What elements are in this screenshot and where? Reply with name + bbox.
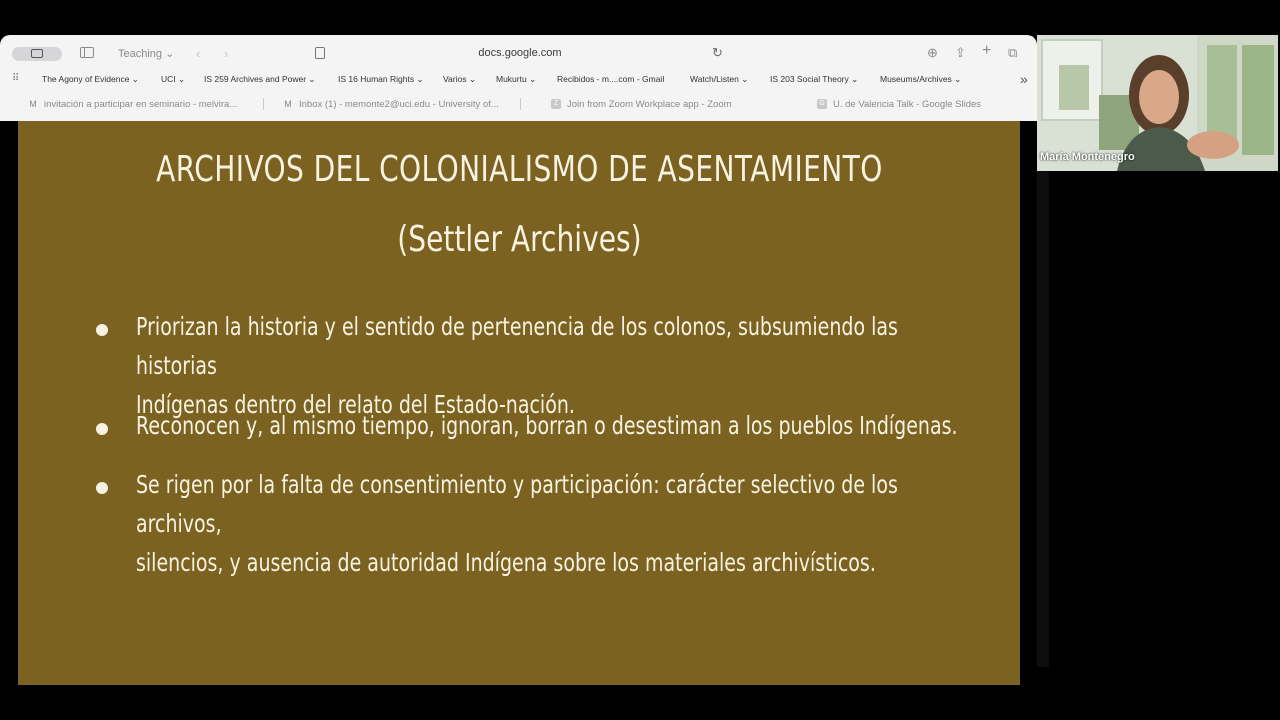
tab-divider <box>520 98 521 110</box>
address-bar[interactable]: docs.google.com <box>440 47 600 59</box>
presentation-slide: ARCHIVOS DEL COLONIALISMO DE ASENTAMIENT… <box>18 121 1020 685</box>
browser-tab[interactable]: Z Join from Zoom Workplace app - Zoom <box>551 95 771 113</box>
screen-share-edge <box>1037 171 1049 667</box>
browser-window: Teaching ⌄ ‹ › docs.google.com ↻ ⊕ ⇪ + ⧉… <box>0 35 1037 121</box>
bookmark-item[interactable]: The Agony of Evidence ⌄ <box>42 74 139 85</box>
download-icon[interactable]: ⊕ <box>927 45 938 61</box>
tab-group-selector[interactable]: Teaching ⌄ <box>118 47 174 60</box>
bullet-text: Se rigen por la falta de consentimiento … <box>136 470 898 577</box>
gmail-icon: M <box>284 99 292 109</box>
bullet-text: Reconocen y, al mismo tiempo, ignoran, b… <box>136 411 958 440</box>
browser-tab[interactable]: M invitación a participar en seminario -… <box>28 95 258 113</box>
bullet-dot-icon <box>96 482 108 494</box>
tab-overview-icon[interactable]: ⧉ <box>1008 45 1017 61</box>
browser-tab[interactable]: G U. de Valencia Talk - Google Slides <box>817 95 1027 113</box>
tab-title: Join from Zoom Workplace app - Zoom <box>567 98 732 110</box>
bookmark-item[interactable]: IS 203 Social Theory ⌄ <box>770 74 858 85</box>
bullet-dot-icon <box>96 423 108 435</box>
share-icon[interactable]: ⇪ <box>955 45 966 61</box>
reload-icon[interactable]: ↻ <box>712 45 723 61</box>
tab-title: Inbox (1) - memonte2@uci.edu - Universit… <box>299 98 499 110</box>
participant-video-tile[interactable]: María Montenegro <box>1037 35 1278 171</box>
bookmark-item[interactable]: Recibidos - m....com - Gmail <box>557 74 664 84</box>
tab-title: invitación a participar en seminario - m… <box>44 98 238 110</box>
sidebar-icon[interactable] <box>80 47 94 58</box>
browser-toolbar: Teaching ⌄ ‹ › docs.google.com ↻ ⊕ ⇪ + ⧉ <box>0 35 1037 71</box>
bookmark-item[interactable]: Mukurtu ⌄ <box>496 74 536 85</box>
participant-name: María Montenegro <box>1040 151 1135 163</box>
tab-divider <box>263 98 264 110</box>
slide-subtitle: (Settler Archives) <box>397 219 642 260</box>
slides-icon: G <box>817 99 827 109</box>
browser-tab[interactable]: M Inbox (1) - memonte2@uci.edu - Univers… <box>283 95 523 113</box>
bookmark-item[interactable]: Museums/Archives ⌄ <box>880 74 961 85</box>
forward-icon[interactable]: › <box>224 46 228 61</box>
more-bookmarks-icon[interactable]: » <box>1020 71 1028 87</box>
new-tab-icon[interactable]: + <box>982 42 991 60</box>
tab-title: U. de Valencia Talk - Google Slides <box>833 98 982 110</box>
apps-grid-icon[interactable]: ⠿ <box>12 73 19 84</box>
gmail-icon: M <box>29 99 37 109</box>
back-icon[interactable]: ‹ <box>196 46 200 61</box>
bookmark-item[interactable]: Watch/Listen ⌄ <box>690 74 748 85</box>
tab-overview-button[interactable] <box>12 47 62 61</box>
page-menu-icon[interactable] <box>315 47 325 59</box>
bookmark-item[interactable]: Varios ⌄ <box>443 74 476 85</box>
bookmark-item[interactable]: IS 16 Human Rights ⌄ <box>338 74 424 85</box>
zoom-icon: Z <box>551 99 561 109</box>
bookmark-item[interactable]: IS 259 Archives and Power ⌄ <box>204 74 316 85</box>
bookmark-item[interactable]: UCI ⌄ <box>161 74 185 85</box>
slide-title: ARCHIVOS DEL COLONIALISMO DE ASENTAMIENT… <box>156 149 883 190</box>
bullet-dot-icon <box>96 324 108 336</box>
